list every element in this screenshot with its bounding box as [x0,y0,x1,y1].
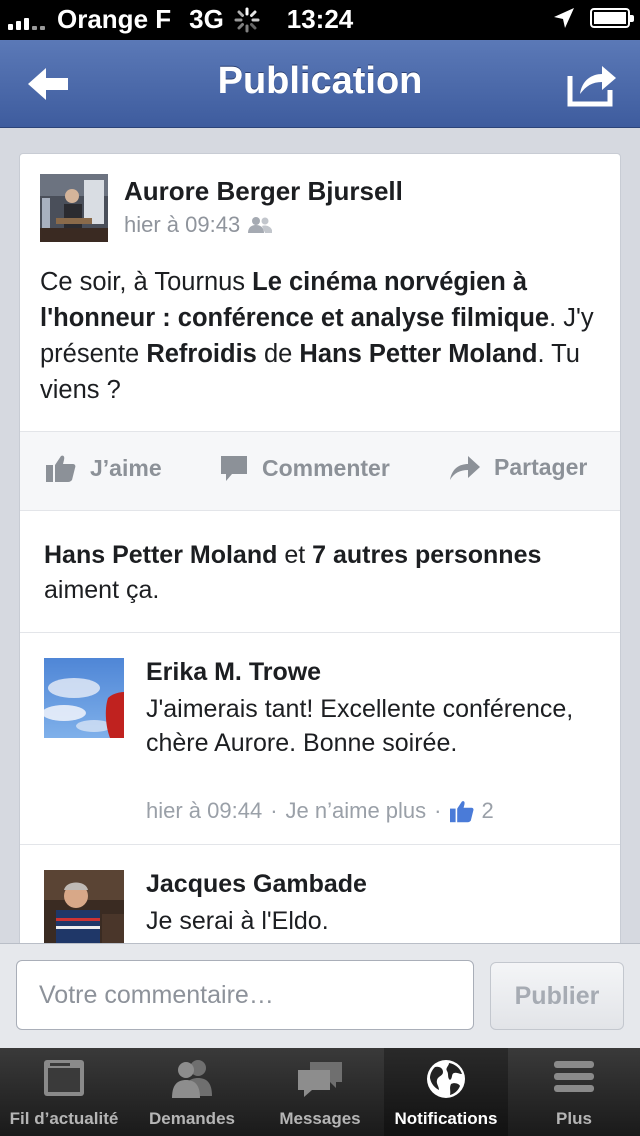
post-text-bold: Refroidis [146,340,257,368]
comment-author[interactable]: Erika M. Trowe [146,658,321,687]
comment-bubble-icon [221,456,247,481]
post-meta: hier à 09:43 [124,212,273,238]
likes-summary[interactable]: Hans Petter Moland et 7 autres personnes… [44,538,604,608]
globe-icon [427,1060,465,1098]
friend-requests-icon [172,1060,212,1098]
menu-icon [554,1061,594,1092]
tab-label: Fil d’actualité [9,1109,119,1128]
friends-icon [248,217,273,233]
news-feed-icon [44,1060,84,1096]
comment-button[interactable]: Commenter [220,454,390,482]
commenter-avatar[interactable] [44,870,124,943]
comment-text: J'aimerais tant! Excellente conférence, … [146,695,574,757]
tab-more[interactable]: Plus [508,1048,640,1136]
share-arrow-icon [450,455,480,480]
navigation-bar: Publication [0,40,640,128]
page-title: Publication [217,60,423,102]
post-text-segment: de [256,340,300,368]
meta-separator: · [270,798,278,823]
thumbs-up-icon [46,455,76,482]
liker-name[interactable]: Hans Petter Moland [44,541,277,569]
post-text-bold: Hans Petter Moland [299,340,538,368]
comment-text: Je serai à l'Eldo. [146,907,329,935]
unlike-link[interactable]: Je n’aime plus [286,798,427,824]
messages-icon [298,1062,342,1097]
post-author[interactable]: Aurore Berger Bjursell [124,176,403,207]
tab-label: Messages [279,1109,361,1128]
post-body: Ce soir, à Tournus Le cinéma norvégien à… [40,264,600,408]
post-text-segment: Ce soir, à Tournus [40,268,253,296]
post-actions-bar: J’aime Commenter Partager [20,431,620,511]
post-timestamp[interactable]: hier à 09:43 [124,212,240,238]
comment-composer: Votre commentaire… Publier [0,943,640,1048]
divider [20,632,620,633]
tab-bar: Fil d’actualité Demandes Messages Notifi… [0,1048,640,1136]
battery-icon [590,8,634,28]
post-detail-feed[interactable]: Aurore Berger Bjursell hier à 09:43 Ce s… [0,129,640,943]
comment-timestamp: hier à 09:44 [146,798,263,823]
tab-news-feed[interactable]: Fil d’actualité [0,1048,128,1136]
location-arrow-icon [554,8,574,28]
likes-suffix: aiment ça. [44,576,160,604]
comment-like-count[interactable]: 2 [449,798,494,824]
tab-label: Demandes [149,1109,235,1128]
likes-connector: et [277,541,313,569]
tab-label: Plus [556,1109,592,1128]
author-avatar[interactable] [40,174,108,242]
like-label: J’aime [90,454,162,481]
clock: 13:24 [286,4,354,34]
comment-meta: hier à 09:44 · Je n’aime plus · 2 [146,798,494,824]
tab-requests[interactable]: Demandes [128,1048,256,1136]
share-icon[interactable] [566,60,618,108]
tab-messages[interactable]: Messages [256,1048,384,1136]
comment-label: Commenter [262,454,390,481]
like-count-value: 2 [481,798,494,823]
meta-separator: · [434,798,442,823]
tab-notifications[interactable]: Notifications [384,1048,508,1136]
publish-button[interactable]: Publier [490,962,624,1030]
share-label: Partager [494,454,588,480]
tab-label: Notifications [394,1109,498,1128]
divider [20,844,620,845]
comment-input[interactable]: Votre commentaire… [16,960,474,1030]
like-button[interactable]: J’aime [46,454,162,482]
comment-author[interactable]: Jacques Gambade [146,870,367,899]
other-likers[interactable]: 7 autres personnes [312,541,541,569]
thumbs-up-icon [449,801,474,823]
share-button[interactable]: Partager [450,454,587,481]
status-bar: Orange F 3G 13:24 [0,0,640,40]
post-card: Aurore Berger Bjursell hier à 09:43 Ce s… [19,153,621,943]
commenter-avatar[interactable] [44,658,124,738]
